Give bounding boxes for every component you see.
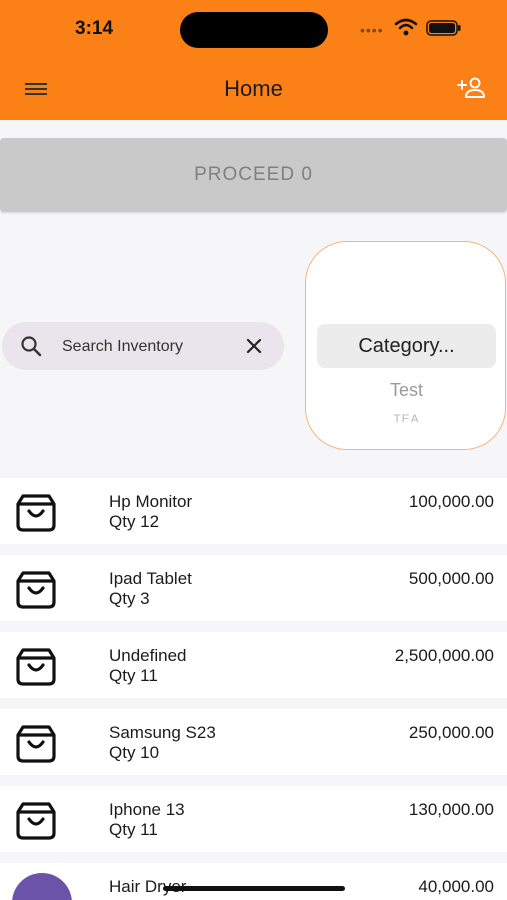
home-indicator xyxy=(163,886,345,891)
list-item[interactable]: Iphone 13 Qty 11 130,000.00 xyxy=(0,786,507,852)
proceed-button[interactable]: PROCEED 0 xyxy=(0,138,507,212)
product-qty: Qty 11 xyxy=(109,666,158,685)
category-option[interactable]: Test xyxy=(306,380,505,401)
product-price: 2,500,000.00 xyxy=(394,646,494,665)
page-title: Home xyxy=(224,76,283,101)
status-time: 3:14 xyxy=(75,18,114,39)
category-option[interactable]: TEA xyxy=(306,412,505,422)
wifi-icon xyxy=(394,18,418,36)
shopping-bag-icon xyxy=(16,802,56,840)
search-icon xyxy=(21,336,42,357)
clear-search-icon[interactable] xyxy=(244,336,264,356)
add-user-icon[interactable] xyxy=(456,76,486,100)
inventory-list: Hp Monitor Qty 12 100,000.00 Ipad Tablet… xyxy=(0,478,507,900)
battery-icon xyxy=(426,20,461,36)
product-price: 100,000.00 xyxy=(408,492,494,511)
product-qty: Qty 3 xyxy=(109,589,150,608)
product-qty: Qty 10 xyxy=(109,743,160,762)
list-item[interactable]: Hp Monitor Qty 12 100,000.00 xyxy=(0,478,507,544)
product-name: Undefined xyxy=(109,646,187,665)
cellular-signal-icon: •••• xyxy=(360,22,384,38)
product-qty: Qty 11 xyxy=(109,820,158,839)
product-name: Hp Monitor xyxy=(109,492,193,511)
product-name: Ipad Tablet xyxy=(109,569,192,588)
list-item[interactable]: Hair Dryer 40,000.00 xyxy=(0,863,507,900)
shopping-bag-icon xyxy=(16,494,56,532)
product-name: Samsung S23 xyxy=(109,723,216,742)
product-price: 40,000.00 xyxy=(418,877,494,896)
category-picker[interactable]: Category... Test TEA xyxy=(305,241,506,450)
product-price: 130,000.00 xyxy=(408,800,494,819)
shopping-bag-icon xyxy=(16,648,56,686)
list-item[interactable]: Ipad Tablet Qty 3 500,000.00 xyxy=(0,555,507,621)
product-name: Iphone 13 xyxy=(109,800,185,819)
product-qty: Qty 12 xyxy=(109,512,160,531)
category-selected-option[interactable]: Category... xyxy=(317,324,496,368)
avatar xyxy=(12,873,72,900)
shopping-bag-icon xyxy=(16,571,56,609)
list-item[interactable]: Undefined Qty 11 2,500,000.00 xyxy=(0,632,507,698)
search-bar[interactable] xyxy=(2,322,284,370)
list-item[interactable]: Samsung S23 Qty 10 250,000.00 xyxy=(0,709,507,775)
product-price: 250,000.00 xyxy=(408,723,494,742)
dynamic-island xyxy=(180,12,328,48)
shopping-bag-icon xyxy=(16,725,56,763)
product-price: 500,000.00 xyxy=(408,569,494,588)
app-header: 3:14 •••• Home xyxy=(0,0,507,120)
search-input[interactable] xyxy=(62,336,232,358)
